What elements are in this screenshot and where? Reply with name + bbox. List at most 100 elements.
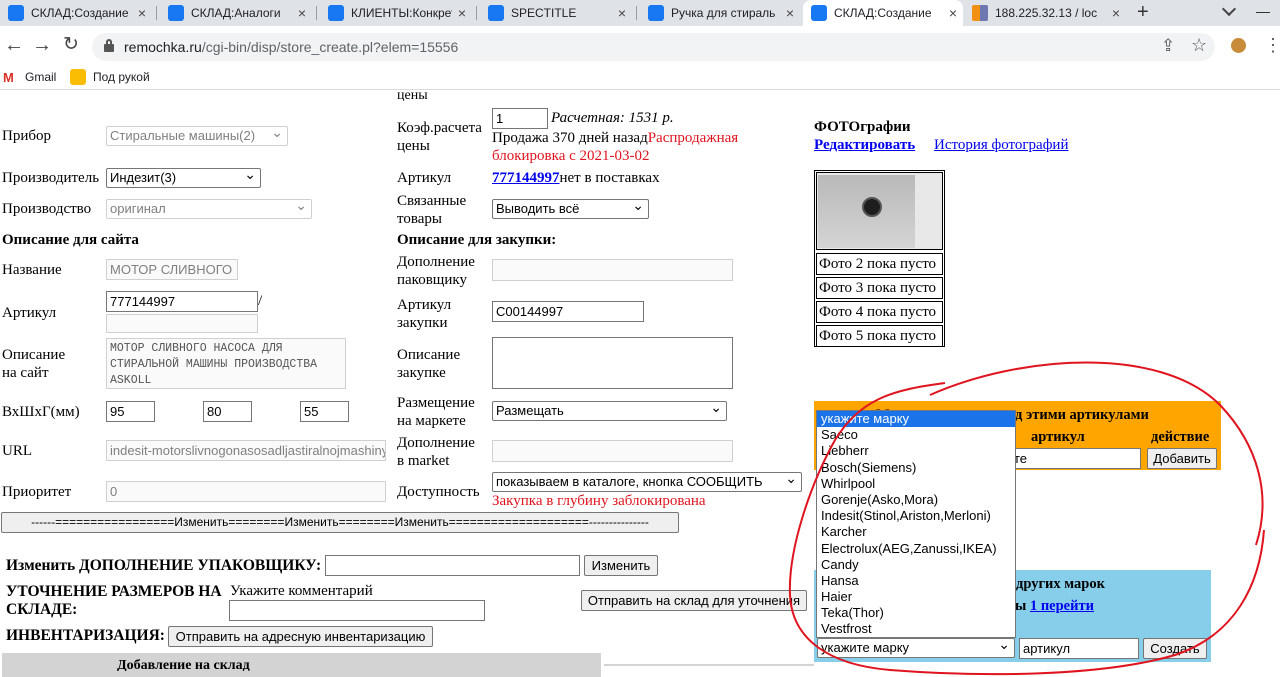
- site-description-label-1: Описание: [2, 347, 66, 363]
- red-ellipse-annotation: [788, 361, 1265, 676]
- thumbs-up-icon: [811, 5, 827, 21]
- close-icon[interactable]: ×: [943, 5, 963, 21]
- url-host: remochka.ru: [124, 39, 202, 55]
- bookmark-gmail[interactable]: Gmail: [25, 70, 56, 84]
- thumbs-up-icon: [488, 5, 504, 21]
- lock-icon[interactable]: [104, 44, 114, 52]
- manufacturer-label: Производитель: [2, 170, 100, 186]
- article-label: Артикул: [2, 305, 57, 321]
- photo-empty-slot[interactable]: Фото 3 пока пусто: [816, 277, 943, 299]
- menu-dots-icon[interactable]: ⋮: [1264, 36, 1280, 54]
- article-supply-note: нет в поставках: [559, 170, 660, 186]
- purchase-description-label-2: закупке: [397, 365, 446, 381]
- packer-add-label: Изменить ДОПОЛНЕНИЕ УПАКОВЩИКУ:: [6, 557, 322, 574]
- prev-row-fragment: цены: [397, 88, 428, 101]
- close-icon[interactable]: ×: [132, 5, 152, 21]
- send-clarify-button[interactable]: Отправить на склад для уточнения: [581, 590, 807, 611]
- related-label-1: Связанные: [397, 193, 467, 209]
- site-description-textarea[interactable]: МОТОР СЛИВНОГО НАСОСА ДЛЯ СТИРАЛЬНОЙ МАШ…: [106, 338, 346, 389]
- url-input[interactable]: indesit-motorslivnogonasosadljastiralnoj…: [106, 440, 386, 461]
- thumbs-up-icon: [328, 5, 344, 21]
- tab-1[interactable]: СКЛАД:Создание ×: [0, 0, 152, 26]
- tab-5[interactable]: Ручка для стираль ×: [640, 0, 800, 26]
- tab-4[interactable]: SPECTITLE ×: [480, 0, 632, 26]
- width-input[interactable]: 80: [203, 401, 252, 422]
- purchase-article-label-1: Артикул: [397, 297, 452, 313]
- height-input[interactable]: 95: [106, 401, 155, 422]
- tab-3[interactable]: КЛИЕНТЫ:Конкрет ×: [320, 0, 472, 26]
- purchase-description-label-1: Описание: [397, 347, 461, 363]
- thumbs-up-icon: [648, 5, 664, 21]
- tab-label: СКЛАД:Создание: [834, 6, 932, 20]
- gmail-icon: M: [3, 70, 14, 85]
- market-select[interactable]: Размещать: [492, 401, 727, 421]
- photo-edit-link[interactable]: Редактировать: [814, 136, 915, 154]
- packer-add-input[interactable]: [325, 555, 580, 576]
- packer-note-textarea[interactable]: [492, 259, 733, 281]
- photo-empty-slot[interactable]: Фото 5 пока пусто: [816, 325, 943, 347]
- manufacturer-select[interactable]: Индезит(3): [106, 168, 261, 188]
- availability-select[interactable]: показываем в каталоге, кнопка СООБЩИТЬ: [492, 472, 802, 492]
- dims-clarify-label-1: УТОЧНЕНИЕ РАЗМЕРОВ НА: [6, 583, 222, 600]
- cookie-icon[interactable]: [1231, 38, 1246, 53]
- photo-history-link[interactable]: История фотографий: [934, 136, 1069, 154]
- close-icon[interactable]: ×: [780, 5, 800, 21]
- coef-input[interactable]: 1: [492, 108, 548, 129]
- url-label: URL: [2, 443, 32, 459]
- photo-edit-link-b: дактировать: [829, 137, 916, 153]
- reload-icon[interactable]: ↻: [63, 33, 79, 57]
- thumbs-up-icon: [8, 5, 24, 21]
- forward-arrow-icon[interactable]: →: [32, 34, 52, 56]
- comment-input[interactable]: [229, 600, 485, 621]
- inventory-button[interactable]: Отправить на адресную инвентаризацию: [168, 626, 433, 647]
- tab-6[interactable]: СКЛАД:Создание ×: [803, 0, 963, 26]
- tab-label: СКЛАД:Создание: [31, 6, 129, 20]
- priority-input[interactable]: 0: [106, 481, 386, 502]
- market-addition-textarea[interactable]: [492, 440, 733, 462]
- related-select[interactable]: Выводить всё: [492, 199, 649, 219]
- purchase-description-textarea[interactable]: [492, 337, 733, 389]
- article-input[interactable]: 777144997: [106, 291, 258, 312]
- new-tab-button[interactable]: +: [1137, 1, 1149, 23]
- market-addition-label-2: в market: [397, 453, 450, 469]
- back-arrow-icon[interactable]: ←: [4, 34, 24, 56]
- market-label-1: Размещение: [397, 395, 475, 411]
- close-icon[interactable]: ×: [612, 5, 632, 21]
- bookmark-yellow-icon: [70, 69, 86, 85]
- pribor-select[interactable]: Стиральные машины(2): [106, 126, 288, 146]
- lock-shackle: [106, 39, 112, 45]
- depth-input[interactable]: 55: [300, 401, 349, 422]
- sale-text: Продажа 370 дней назад: [492, 130, 648, 146]
- tab-2[interactable]: СКЛАД:Аналоги ×: [160, 0, 312, 26]
- motor-part-icon: [862, 197, 882, 217]
- close-icon[interactable]: ×: [292, 5, 312, 21]
- name-label: Название: [2, 262, 62, 278]
- availability-label: Доступность: [397, 484, 480, 500]
- pribor-label: Прибор: [2, 128, 51, 144]
- tab-7[interactable]: 188.225.32.13 / loc ×: [964, 0, 1126, 26]
- bookmark-star-icon[interactable]: ☆: [1191, 35, 1207, 56]
- mid-article: 777144997нет в поставках: [492, 169, 660, 187]
- name-input[interactable]: МОТОР СЛИВНОГО: [106, 259, 238, 280]
- photo-empty-slot[interactable]: Фото 4 пока пусто: [816, 301, 943, 323]
- close-icon[interactable]: ×: [452, 5, 472, 21]
- photo-empty-slot[interactable]: Фото 2 пока пусто: [816, 253, 943, 275]
- packer-note-label-1: Дополнение: [397, 254, 475, 270]
- change-all-button[interactable]: ------=================Изменить========И…: [1, 512, 679, 533]
- minimize-icon[interactable]: [1256, 12, 1270, 13]
- tab-separator: [316, 6, 317, 20]
- inventory-label: ИНВЕНТАРИЗАЦИЯ:: [6, 627, 165, 644]
- site-description-heading: Описание для сайта: [2, 232, 139, 248]
- bookmark-pod-rukoy[interactable]: Под рукой: [93, 70, 150, 84]
- coef-label: Коэф.расчета цены: [397, 119, 482, 155]
- url-text[interactable]: remochka.ru/cgi-bin/disp/store_create.pl…: [124, 38, 458, 56]
- packer-add-button[interactable]: Изменить: [584, 555, 658, 576]
- article-link[interactable]: 777144997: [492, 170, 560, 186]
- article-extra-input[interactable]: [106, 314, 258, 333]
- production-select[interactable]: оригинал: [106, 199, 312, 219]
- mid-article-label: Артикул: [397, 170, 452, 186]
- close-icon[interactable]: ×: [1106, 5, 1126, 21]
- purchase-article-input[interactable]: C00144997: [492, 301, 644, 322]
- photo-edit-link-a: Ре: [814, 137, 830, 153]
- share-icon[interactable]: ⇪: [1161, 36, 1175, 56]
